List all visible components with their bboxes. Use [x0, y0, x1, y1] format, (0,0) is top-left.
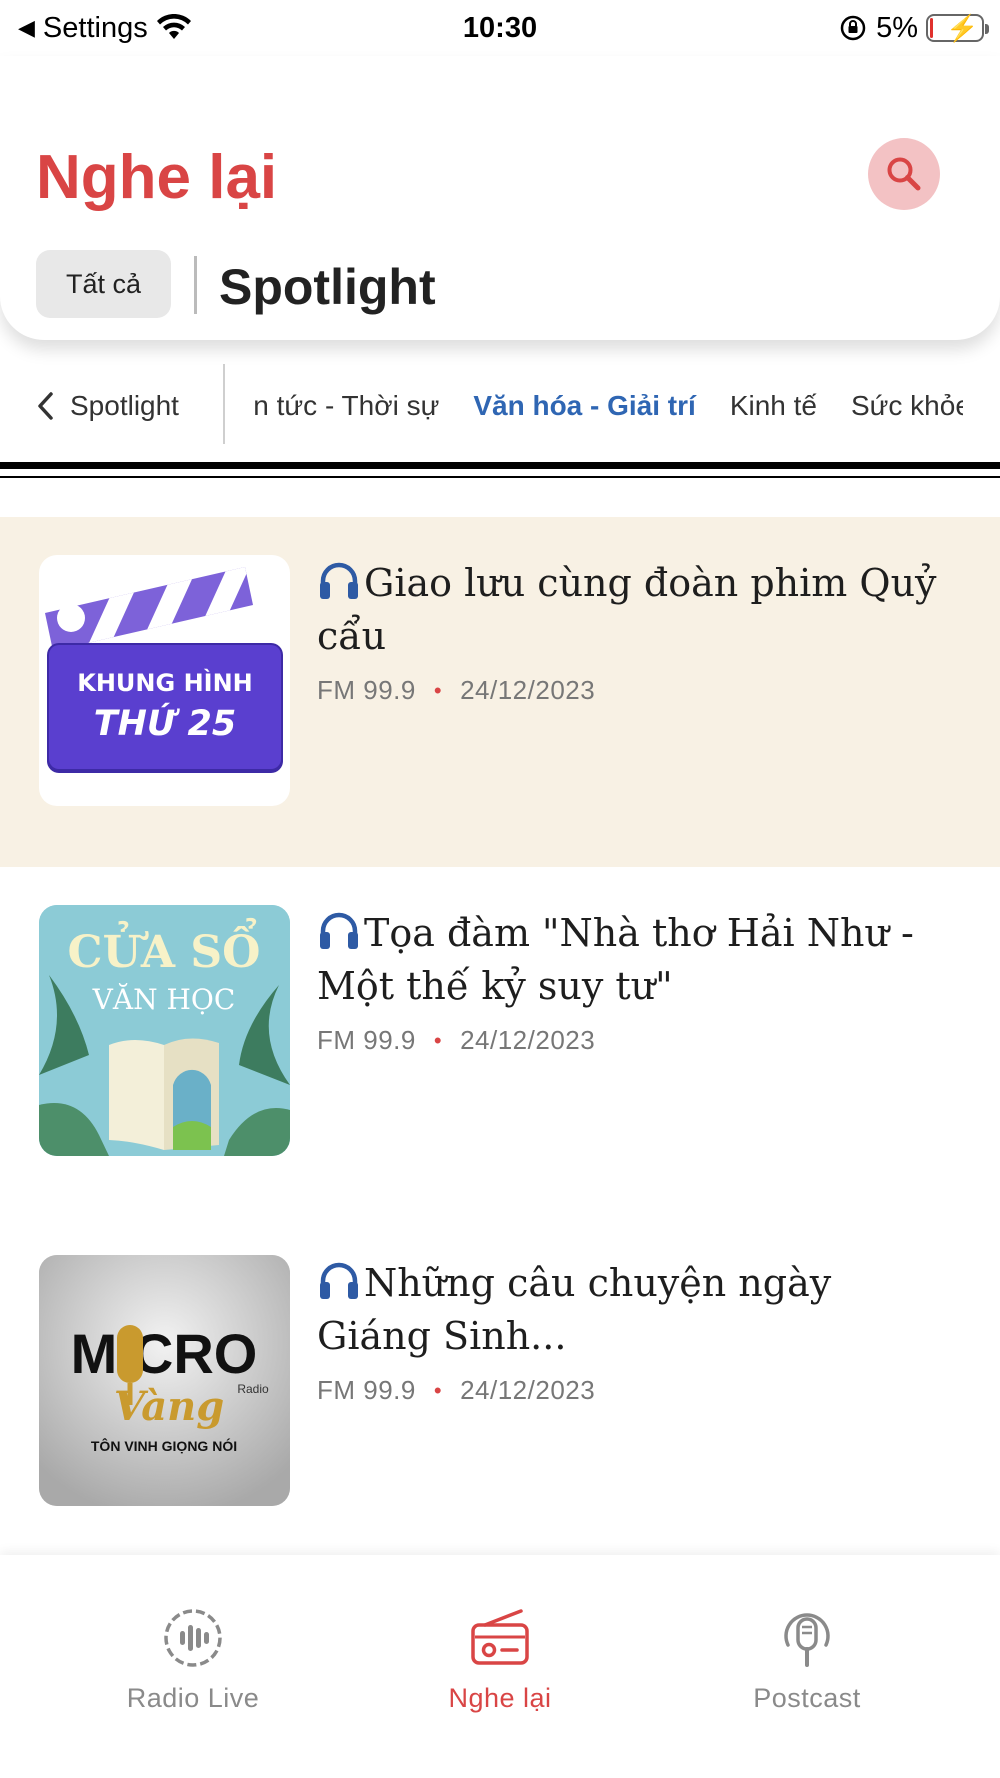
thumb-line2: Vàng: [114, 1383, 224, 1430]
thumb-badge: Radio: [237, 1382, 269, 1396]
header-card: Nghe lại Tất cả Spotlight: [0, 56, 1000, 340]
episode-thumbnail: MICRO Vàng Radio TÔN VINH GIỌNG NÓI: [39, 1255, 290, 1506]
chip-divider: [194, 256, 197, 314]
nav-label: Nghe lại: [448, 1683, 552, 1713]
category-back-label: Spotlight: [70, 390, 179, 421]
filter-chip-all[interactable]: Tất cả: [36, 250, 171, 318]
status-right: 5% ⚡: [838, 11, 989, 45]
strip-divider-thick: [0, 462, 1000, 469]
episode-meta: FM 99.9 • 24/12/2023: [317, 1025, 595, 1056]
podcast-mic-icon: [784, 1613, 830, 1667]
thumb-line2: THỨ 25: [94, 702, 236, 744]
battery-percent: 5%: [876, 11, 918, 44]
search-button[interactable]: [868, 138, 940, 210]
episode-thumbnail: KHUNG HÌNH THỨ 25: [39, 555, 290, 806]
status-back[interactable]: ◀ Settings: [18, 12, 192, 45]
episode-row[interactable]: KHUNG HÌNH THỨ 25 Giao lưu cùng đoàn phi…: [0, 517, 1000, 867]
episode-station: FM 99.9: [317, 1025, 416, 1055]
episode-meta: FM 99.9 • 24/12/2023: [317, 1375, 595, 1406]
page-title: Nghe lại: [36, 143, 278, 212]
nav-radio-live[interactable]: Radio Live: [73, 1605, 313, 1714]
meta-dot: •: [433, 1377, 443, 1403]
meta-dot: •: [433, 1027, 443, 1053]
tab-suc-khoe[interactable]: Sức khỏe: [851, 390, 963, 422]
tab-van-hoa-giai-tri[interactable]: Văn hóa - Giải trí: [473, 390, 695, 422]
tab-tin-tuc-thoi-su[interactable]: Tin tức - Thời sự: [253, 390, 439, 422]
nav-postcast[interactable]: Postcast: [687, 1605, 927, 1714]
nav-label: Radio Live: [126, 1683, 260, 1713]
radio-set-icon: [471, 1609, 529, 1665]
headphone-icon: [320, 562, 358, 599]
episode-station: FM 99.9: [317, 1375, 416, 1405]
thumb-line1: MICRO: [71, 1322, 258, 1385]
episode-station: FM 99.9: [317, 675, 416, 705]
wifi-icon: [156, 14, 191, 39]
headphone-icon: [320, 1262, 358, 1299]
headphone-icon: [320, 912, 358, 949]
nav-nghe-lai[interactable]: Nghe lại: [380, 1605, 620, 1714]
radio-wave-icon: [164, 1609, 222, 1667]
episode-row[interactable]: MICRO Vàng Radio TÔN VINH GIỌNG NÓI Nhữn…: [0, 1217, 1000, 1567]
episode-title: Tọa đàm "Nhà thơ Hải Như - Một thế kỷ su…: [317, 911, 914, 1008]
bottom-nav: Radio Live Nghe lại Postcast: [0, 1555, 1000, 1778]
chevron-left-icon: [38, 392, 53, 420]
rotation-lock-icon: [840, 15, 866, 41]
charging-bolt-icon: ⚡: [946, 13, 979, 43]
status-bar: ◀ Settings 10:30 5% ⚡: [0, 0, 1000, 56]
status-back-label: Settings: [42, 11, 148, 44]
episode-title: Giao lưu cùng đoàn phim Quỷ cẩu: [317, 561, 937, 658]
battery-icon: ⚡: [926, 13, 989, 43]
back-triangle-icon: ◀: [18, 15, 35, 40]
category-divider: [223, 364, 225, 444]
episode-thumbnail: CỬA SỔ VĂN HỌC: [39, 905, 290, 1156]
episode-date: 24/12/2023: [460, 675, 596, 705]
episode-row[interactable]: CỬA SỔ VĂN HỌC Tọa đàm "Nhà thơ Hải Như …: [0, 867, 1000, 1217]
thumb-line1: KHUNG HÌNH: [77, 668, 253, 697]
search-icon: [887, 157, 921, 191]
nav-label: Postcast: [753, 1683, 861, 1713]
category-tabs[interactable]: Tin tức - Thời sự Văn hóa - Giải trí Kin…: [253, 366, 963, 446]
episode-meta: FM 99.9 • 24/12/2023: [317, 675, 595, 706]
thumb-line2: VĂN HỌC: [92, 983, 236, 1016]
episode-date: 24/12/2023: [460, 1025, 596, 1055]
battery-level: [930, 18, 933, 38]
tab-kinh-te[interactable]: Kinh tế: [730, 390, 817, 422]
episode-date: 24/12/2023: [460, 1375, 596, 1405]
meta-dot: •: [433, 677, 443, 703]
strip-divider-thin: [0, 476, 1000, 478]
section-title: Spotlight: [219, 259, 436, 315]
episode-title: Những câu chuyện ngày Giáng Sinh...: [317, 1261, 832, 1358]
thumb-line3: TÔN VINH GIỌNG NÓI: [91, 1437, 237, 1454]
category-back-button[interactable]: Spotlight: [36, 366, 179, 446]
